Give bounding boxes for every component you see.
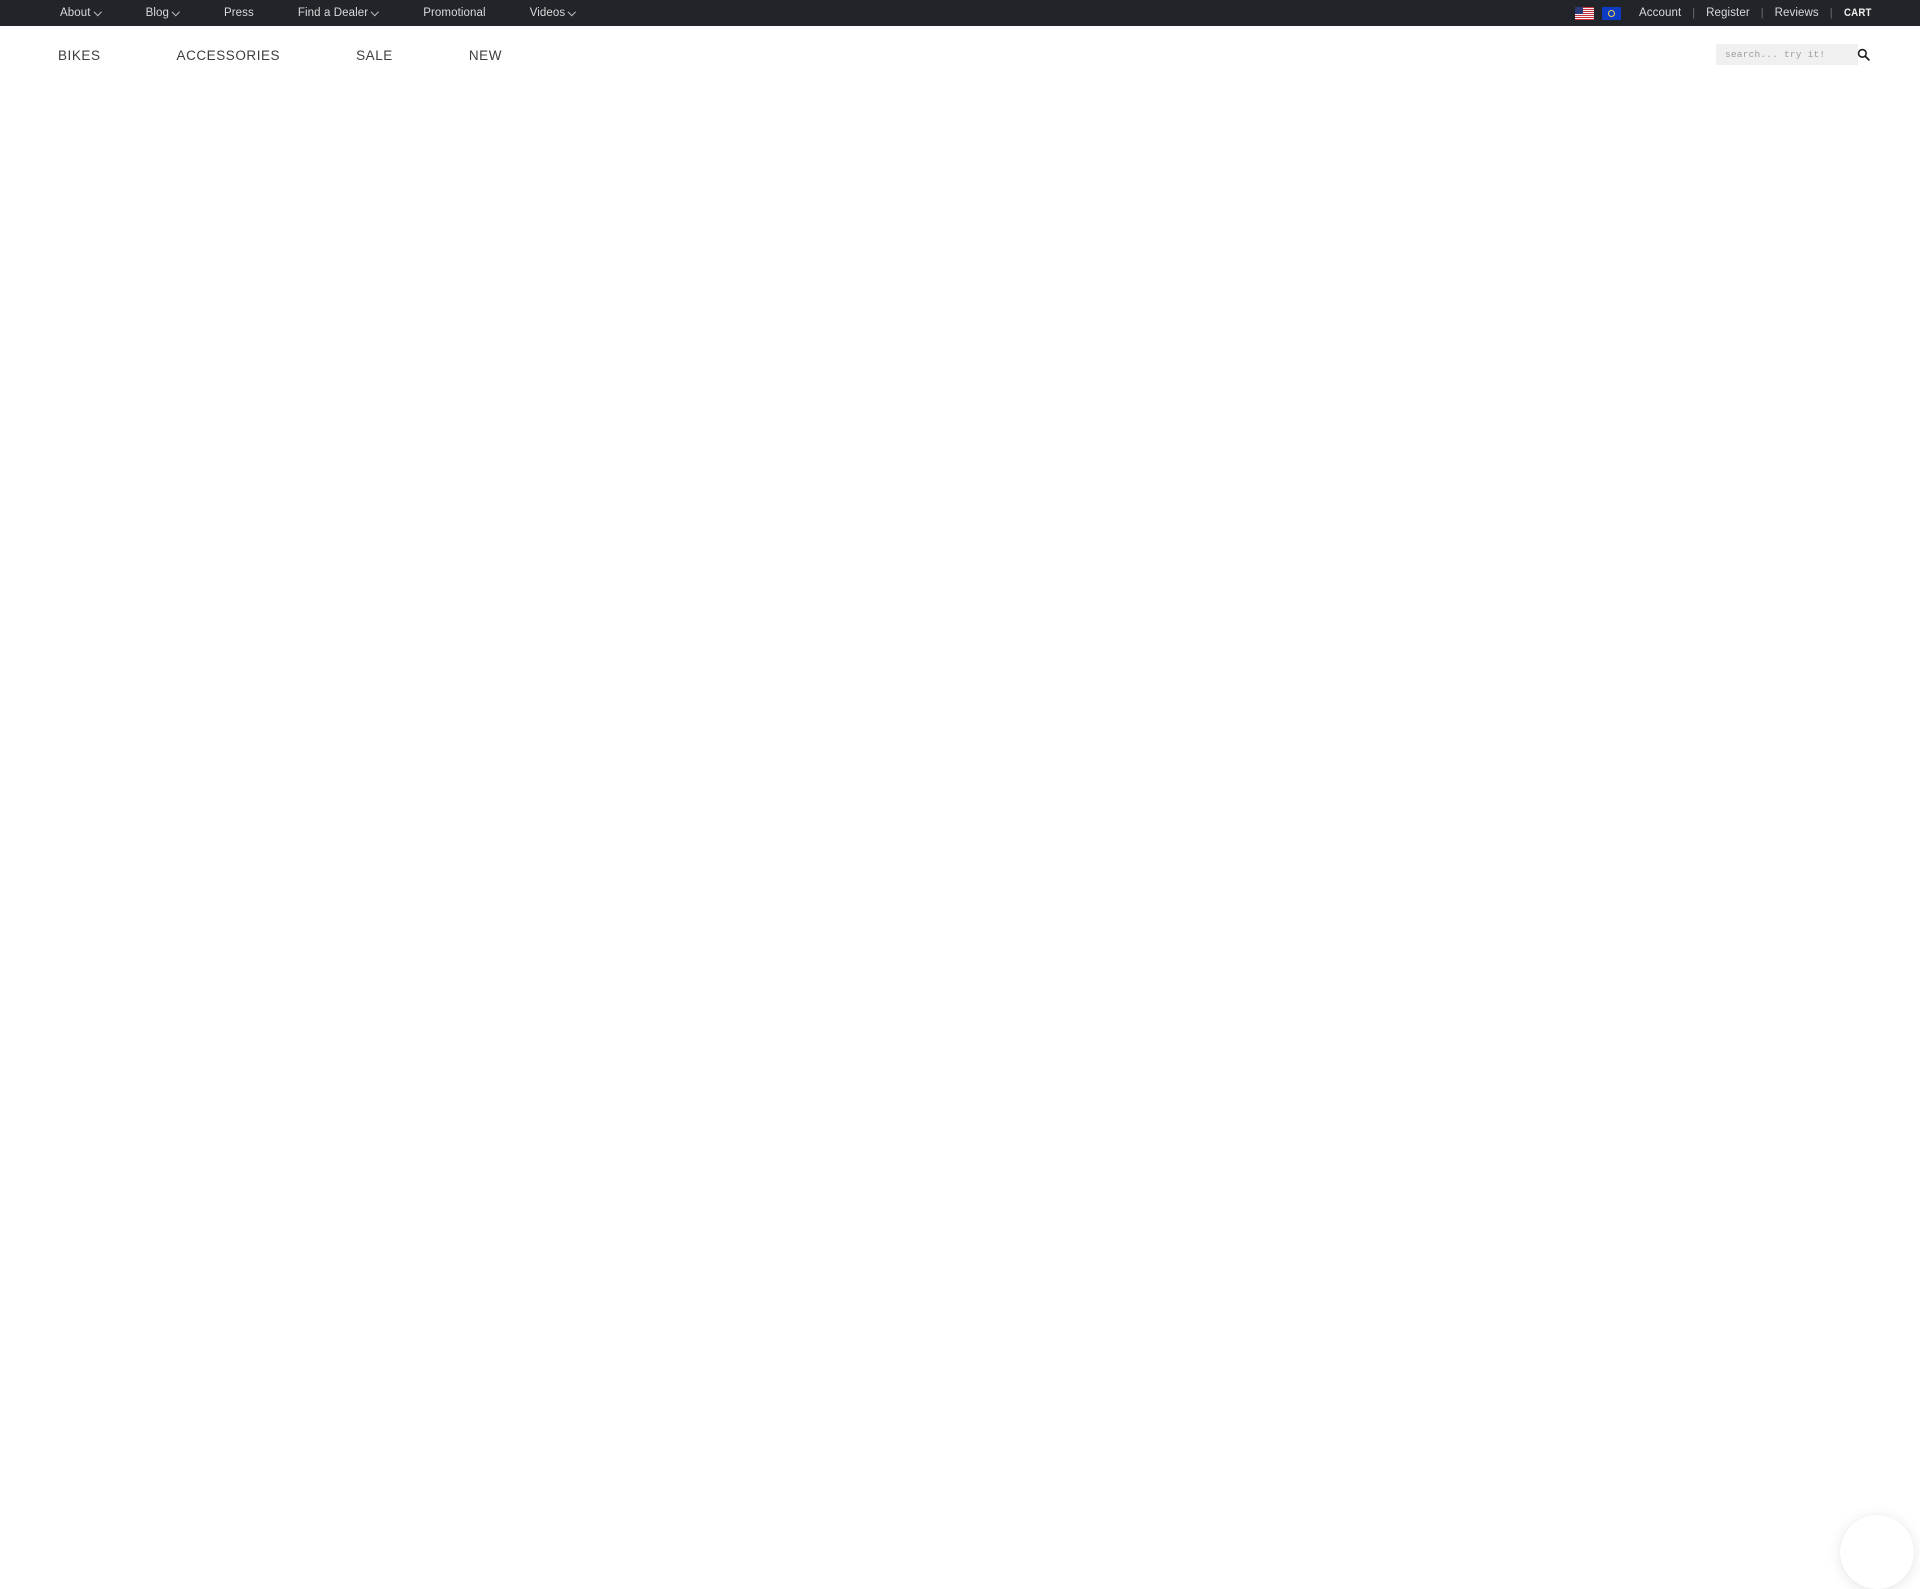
main-navigation-links: BIKES ACCESSORIES SALE NEW [50, 26, 570, 86]
register-link[interactable]: Register [1706, 7, 1750, 19]
reviews-link[interactable]: Reviews [1775, 7, 1819, 19]
page-content-area [0, 86, 1920, 1589]
search-icon [1857, 48, 1870, 61]
us-flag-icon[interactable] [1575, 6, 1595, 20]
search-button[interactable] [1857, 44, 1870, 65]
top-utility-right: Account | Register | Reviews | CART [1575, 0, 1875, 26]
chevron-down-icon [173, 9, 180, 16]
top-utility-nav: About Blog Press Find a Dealer Promotion… [50, 0, 610, 26]
account-link[interactable]: Account [1639, 7, 1681, 19]
chevron-down-icon [95, 9, 102, 16]
main-navigation-bar: BIKES ACCESSORIES SALE NEW [0, 26, 1920, 86]
topnav-item-videos-label: Videos [529, 7, 566, 19]
topnav-item-press[interactable]: Press [214, 0, 264, 26]
separator: | [1692, 7, 1696, 19]
nav-item-accessories[interactable]: ACCESSORIES [169, 26, 289, 86]
topnav-item-blog-label: Blog [145, 7, 169, 19]
nav-item-new[interactable]: NEW [461, 26, 510, 86]
topnav-item-blog[interactable]: Blog [136, 0, 190, 26]
search-box[interactable] [1716, 44, 1870, 65]
topnav-item-promotional[interactable]: Promotional [413, 0, 495, 26]
separator: | [1829, 7, 1833, 19]
chevron-down-icon [569, 9, 576, 16]
topnav-item-find-a-dealer-label: Find a Dealer [297, 7, 369, 19]
separator: | [1760, 7, 1764, 19]
chevron-down-icon [372, 9, 379, 16]
eu-flag-icon[interactable] [1602, 6, 1622, 20]
nav-item-sale[interactable]: SALE [348, 26, 401, 86]
topnav-item-about[interactable]: About [50, 0, 112, 26]
topnav-item-press-label: Press [223, 7, 254, 19]
cart-link[interactable]: CART [1844, 7, 1872, 19]
search-input[interactable] [1716, 45, 1857, 64]
chat-widget-button[interactable] [1840, 1515, 1914, 1589]
topnav-item-about-label: About [60, 7, 91, 19]
topnav-item-find-a-dealer[interactable]: Find a Dealer [288, 0, 389, 26]
nav-item-bikes[interactable]: BIKES [50, 26, 109, 86]
topnav-item-promotional-label: Promotional [423, 7, 486, 19]
top-utility-bar: About Blog Press Find a Dealer Promotion… [0, 0, 1920, 26]
topnav-item-videos[interactable]: Videos [520, 0, 587, 26]
